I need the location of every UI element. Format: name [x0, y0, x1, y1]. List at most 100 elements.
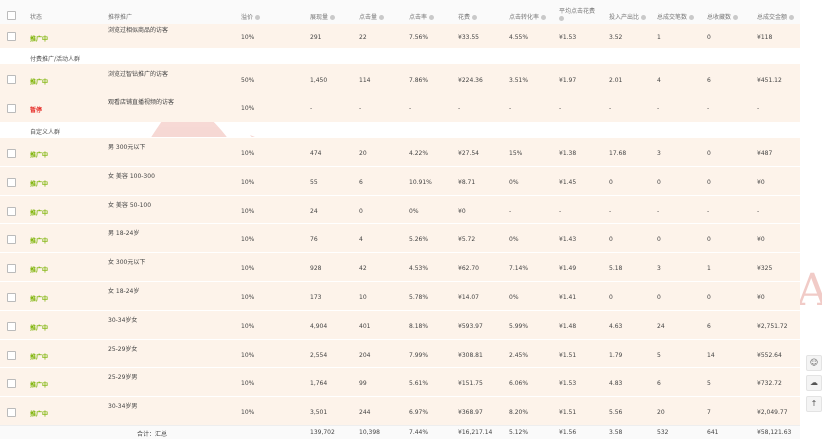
table-row[interactable]: 推广中 女 美容 100-300 10% 55 6 10.91% ¥8.71 0% ¥1.45 0…: [0, 165, 800, 196]
chat-icon[interactable]: ☁: [806, 375, 822, 391]
deals-value: 20: [657, 409, 665, 417]
help-icon[interactable]: [379, 15, 385, 20]
table-row[interactable]: 推广中 25-29岁女 10% 2,554 204 7.99% ¥308.81 2.45% ¥1…: [0, 338, 800, 369]
col-cost[interactable]: 花费: [458, 12, 478, 21]
back-to-top-icon[interactable]: ↑: [806, 396, 822, 412]
cpc-value: ¥1.41: [559, 294, 577, 301]
table-row[interactable]: 推广中 男 300元以下 10% 474 20 4.22% ¥27.54 15% ¥1.38 17…: [0, 137, 800, 167]
bid-value[interactable]: 10%: [241, 380, 254, 387]
total-ctr: 7.44%: [409, 429, 429, 436]
help-icon[interactable]: [541, 15, 547, 20]
deals-value: 0: [657, 236, 661, 244]
row-checkbox[interactable]: [7, 379, 16, 389]
bid-value[interactable]: 10%: [241, 294, 254, 301]
status-badge[interactable]: 推广中: [30, 409, 48, 418]
bid-value[interactable]: 10%: [241, 236, 254, 243]
col-deals[interactable]: 总成交笔数: [657, 12, 695, 21]
cost-value: ¥14.07: [458, 294, 479, 301]
row-checkbox[interactable]: [7, 321, 16, 331]
status-badge[interactable]: 推广中: [30, 352, 48, 361]
bid-value[interactable]: 10%: [241, 265, 254, 272]
help-icon[interactable]: [733, 15, 739, 20]
cvr-value: -: [509, 207, 512, 215]
status-badge[interactable]: 推广中: [30, 323, 48, 332]
row-checkbox[interactable]: [7, 177, 16, 187]
row-checkbox[interactable]: [7, 32, 16, 41]
col-amount[interactable]: 总成交金额: [757, 12, 795, 21]
help-icon[interactable]: [641, 15, 647, 20]
help-icon[interactable]: [255, 15, 261, 20]
status-badge[interactable]: 推广中: [30, 208, 48, 217]
row-checkbox[interactable]: [7, 408, 16, 418]
ctr-value: 7.56%: [409, 34, 429, 41]
table-row[interactable]: 推广中 浏览过相似商品的访客 10% 291 22 7.56% ¥33.55 4…: [0, 24, 800, 48]
bid-value[interactable]: 10%: [241, 105, 254, 112]
row-checkbox[interactable]: [7, 264, 16, 274]
col-cpc[interactable]: 平均点击花费: [559, 6, 595, 22]
status-badge[interactable]: 暂停: [30, 105, 42, 114]
col-impressions[interactable]: 展现量: [310, 12, 336, 21]
cost-value: ¥368.97: [458, 409, 483, 417]
help-icon[interactable]: [330, 15, 336, 20]
bid-value[interactable]: 10%: [241, 323, 254, 330]
bid-value[interactable]: 10%: [241, 352, 254, 359]
col-promo: 推荐推广: [108, 14, 133, 21]
help-icon[interactable]: [559, 16, 564, 21]
status-badge[interactable]: 推广中: [30, 236, 48, 245]
bid-value[interactable]: 10%: [241, 409, 254, 416]
status-badge[interactable]: 推广中: [30, 34, 48, 43]
table-row[interactable]: 推广中 25-29岁男 10% 1,764 99 5.61% ¥151.75 6.06% ¥1.…: [0, 367, 800, 398]
status-badge[interactable]: 推广中: [30, 380, 48, 389]
col-clicks[interactable]: 点击量: [359, 12, 385, 21]
table-row[interactable]: 推广中 30-34岁男 10% 3,501 244 6.97% ¥368.97 8.20% ¥1…: [0, 396, 800, 426]
bid-value[interactable]: 10%: [241, 34, 254, 41]
col-roi[interactable]: 投入产出比: [609, 12, 647, 21]
col-ctr[interactable]: 点击率: [409, 12, 435, 21]
status-badge[interactable]: 推广中: [30, 150, 48, 159]
cvr-value: 0%: [509, 236, 519, 244]
status-badge[interactable]: 推广中: [30, 265, 48, 274]
bid-value[interactable]: 10%: [241, 150, 254, 157]
status-badge[interactable]: 推广中: [30, 77, 48, 86]
impressions-value: 2,554: [310, 351, 328, 359]
row-checkbox[interactable]: [7, 293, 16, 302]
table-row[interactable]: 推广中 男 18-24岁 10% 76 4 5.26% ¥5.72 0% ¥1.43 0 0 0 ¥0: [0, 223, 800, 254]
row-checkbox[interactable]: [7, 75, 16, 84]
help-icon[interactable]: [689, 15, 695, 20]
help-icon[interactable]: [789, 15, 795, 20]
help-icon[interactable]: [429, 15, 435, 20]
bid-value[interactable]: 10%: [241, 208, 254, 215]
help-icon[interactable]: [472, 15, 478, 20]
status-badge[interactable]: 推广中: [30, 179, 48, 188]
crowd-name: 浏览过智钻推广的访客: [108, 71, 169, 78]
bid-value[interactable]: 50%: [241, 77, 254, 84]
cost-value: ¥151.75: [458, 380, 483, 388]
crowd-name: 女 300元以下: [108, 259, 146, 267]
status-badge[interactable]: 推广中: [30, 294, 48, 303]
amount-value: ¥118: [757, 34, 773, 41]
impressions-value: 291: [310, 34, 322, 41]
total-roi: 3.58: [609, 429, 623, 436]
cvr-value: 3.51%: [509, 77, 529, 84]
table-row[interactable]: 推广中 女 18-24岁 10% 173 10 5.78% ¥14.07 0% ¥1.41 0 0 0…: [0, 281, 800, 311]
table-row[interactable]: 推广中 女 300元以下 10% 928 42 4.53% ¥62.70 7.14% ¥1.49…: [0, 252, 800, 282]
col-favorites[interactable]: 总收藏数: [707, 12, 739, 21]
table-row[interactable]: 推广中 30-34岁女 10% 4,904 401 8.18% ¥593.97 5.99% ¥1…: [0, 309, 800, 340]
bid-value[interactable]: 10%: [241, 179, 254, 186]
table-row[interactable]: 暂停 观看店铺直播视频的访客 10% - - - - - - - - - -: [0, 93, 800, 122]
col-bid[interactable]: 溢价: [241, 12, 261, 21]
table-row[interactable]: 推广中 浏览过智钻推广的访客 50% 1,450 114 7.86% ¥224.…: [0, 64, 800, 93]
cpc-value: ¥1.97: [559, 77, 577, 84]
table-row[interactable]: 推广中 女 美容 50-100 10% 24 0 0% ¥0 - - - - - -: [0, 194, 800, 225]
row-checkbox[interactable]: [7, 149, 16, 158]
favorites-value: 14: [707, 351, 715, 359]
col-cvr[interactable]: 点击转化率: [509, 12, 547, 21]
service-icon[interactable]: ☺: [806, 355, 822, 371]
clicks-value: 6: [359, 178, 363, 186]
cost-value: ¥33.55: [458, 34, 479, 41]
row-checkbox[interactable]: [7, 104, 16, 113]
row-checkbox[interactable]: [7, 350, 16, 360]
row-checkbox[interactable]: [7, 235, 16, 245]
row-checkbox[interactable]: [7, 206, 16, 216]
select-all-checkbox[interactable]: [7, 11, 16, 20]
